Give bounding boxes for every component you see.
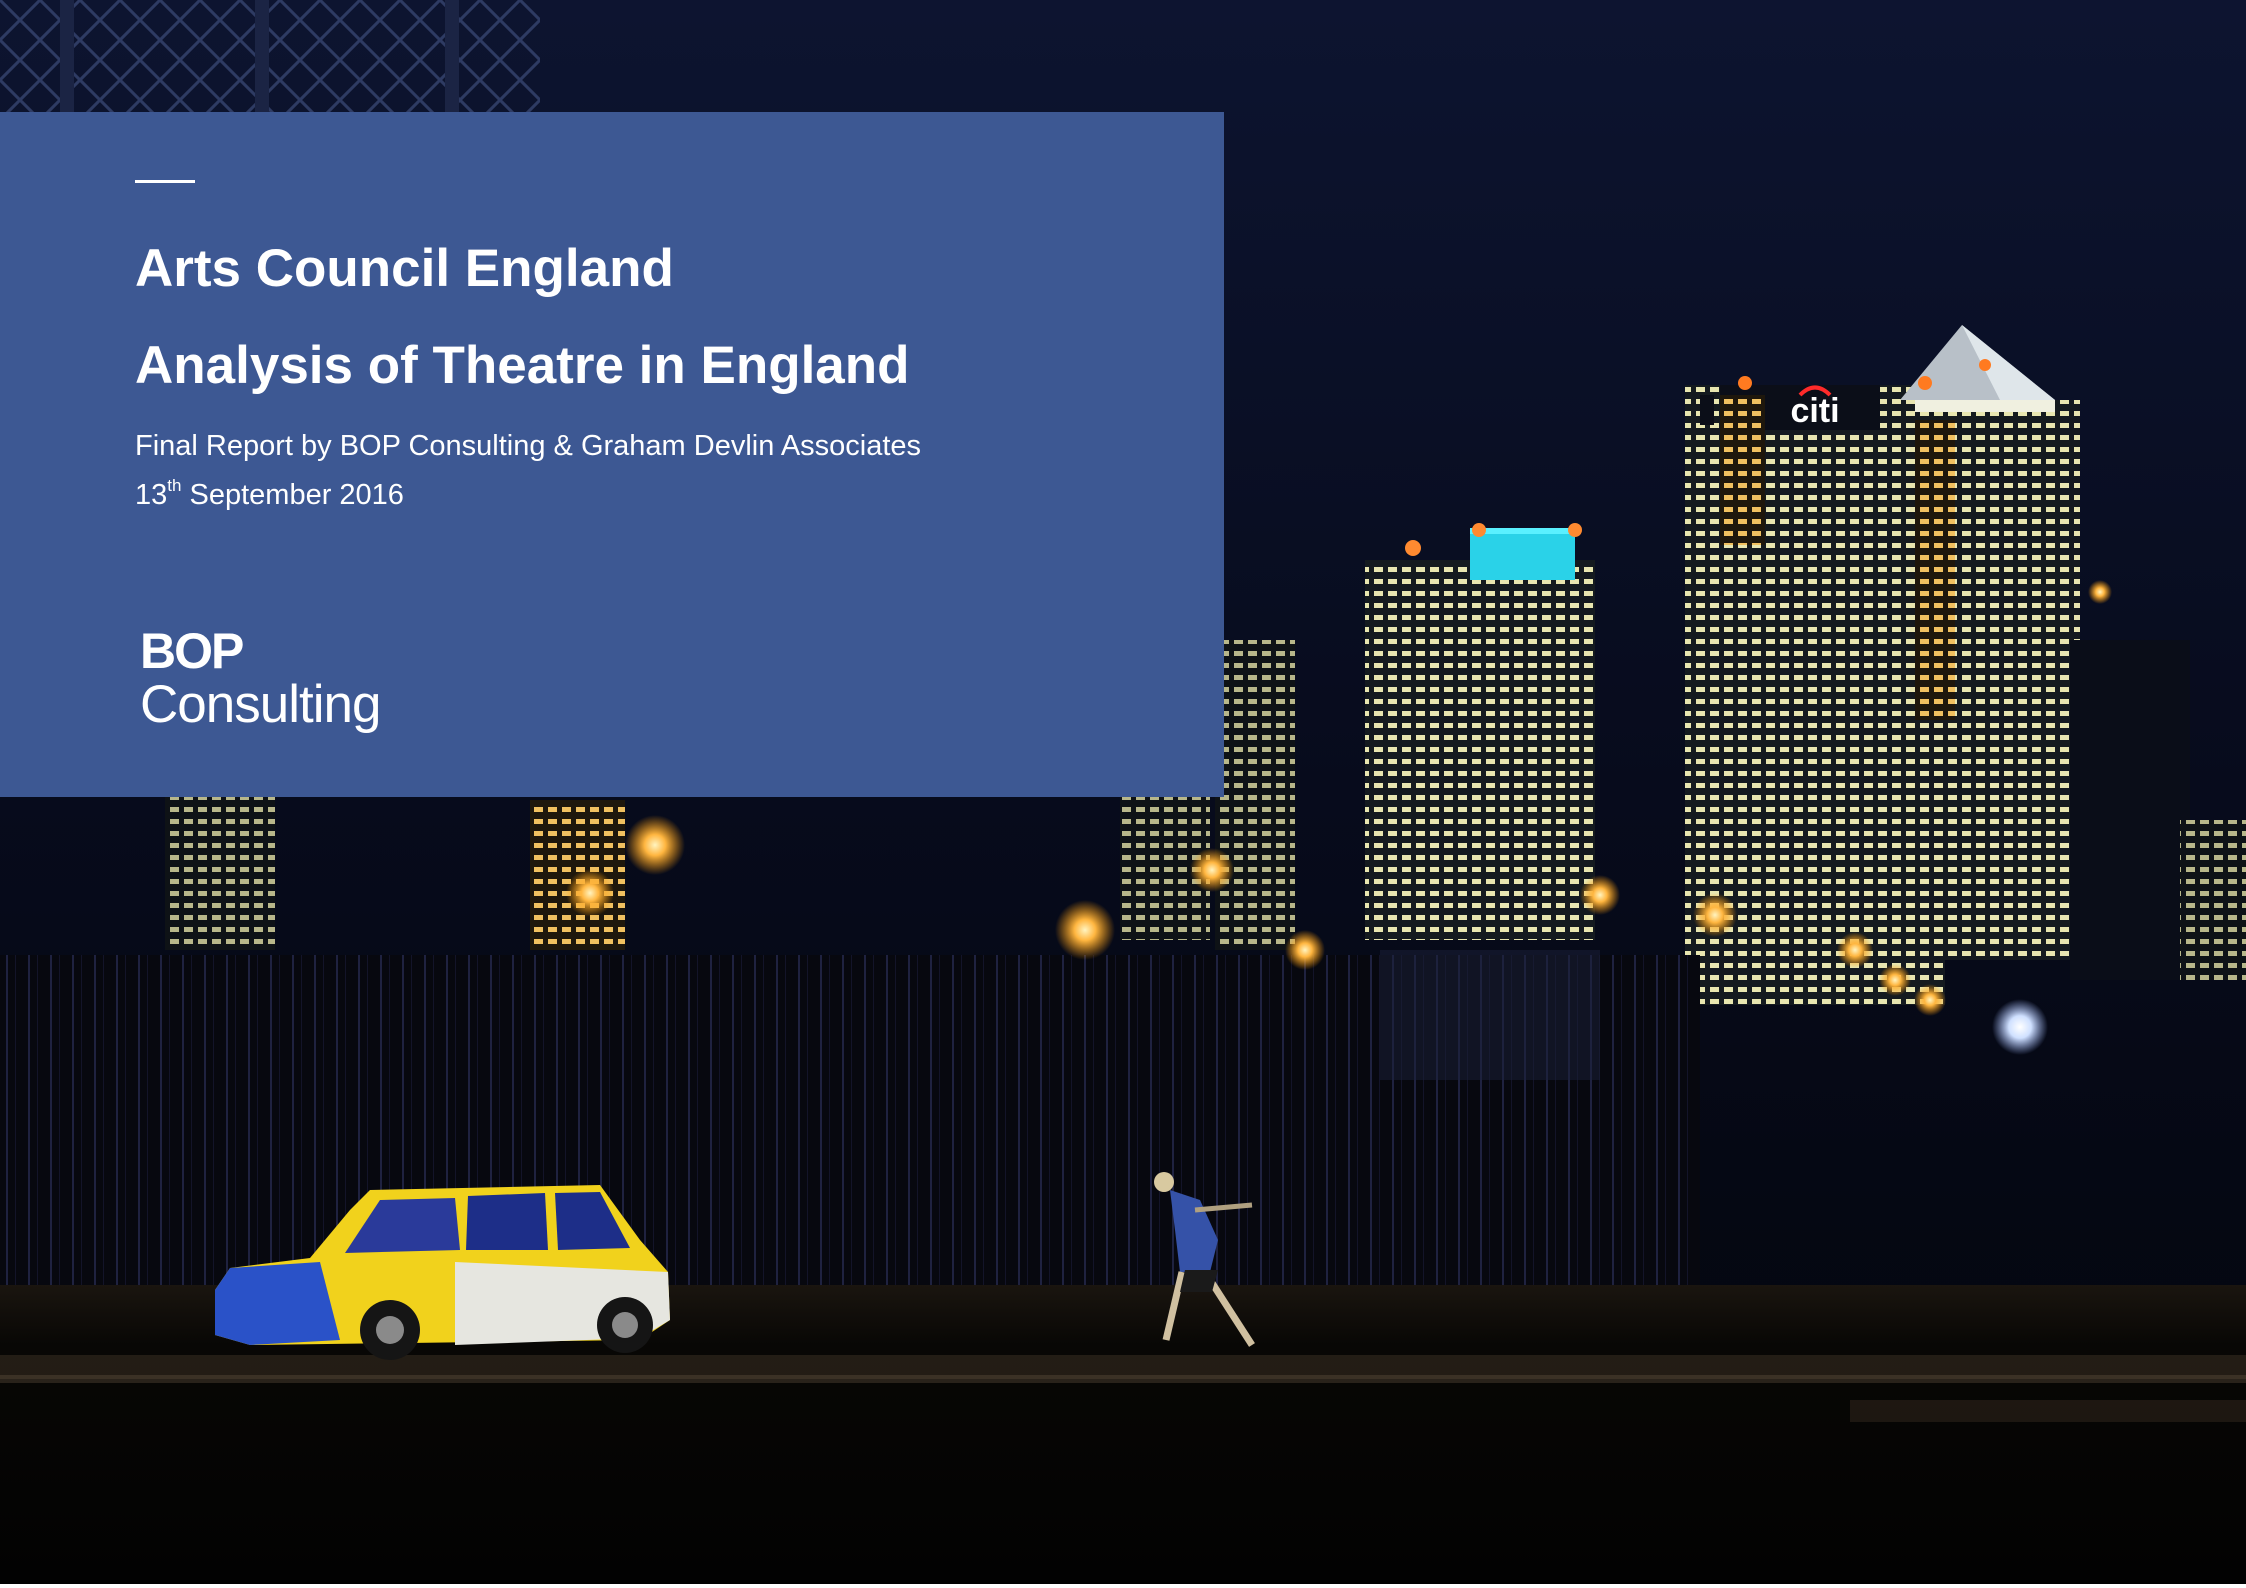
date-month-year: September 2016 xyxy=(181,479,404,511)
report-title: Analysis of Theatre in England xyxy=(135,336,910,395)
logo-line-consulting: Consulting xyxy=(140,675,381,734)
bop-consulting-logo: BOP Consulting xyxy=(140,623,381,734)
page-bottom-edge xyxy=(0,1584,2246,1588)
title-rule xyxy=(135,180,195,183)
report-title-organisation: Arts Council England xyxy=(135,239,674,298)
report-subtitle: Final Report by BOP Consulting & Graham … xyxy=(135,430,922,462)
logo-line-bop: BOP xyxy=(140,623,244,679)
svg-text:citi: citi xyxy=(1790,392,1839,430)
report-date: 13th September 2016 xyxy=(135,477,404,511)
date-day: 13 xyxy=(135,479,168,511)
date-ordinal-suffix: th xyxy=(167,476,182,495)
report-cover: citi Arts Council England Analysis of Th… xyxy=(0,0,2246,1588)
